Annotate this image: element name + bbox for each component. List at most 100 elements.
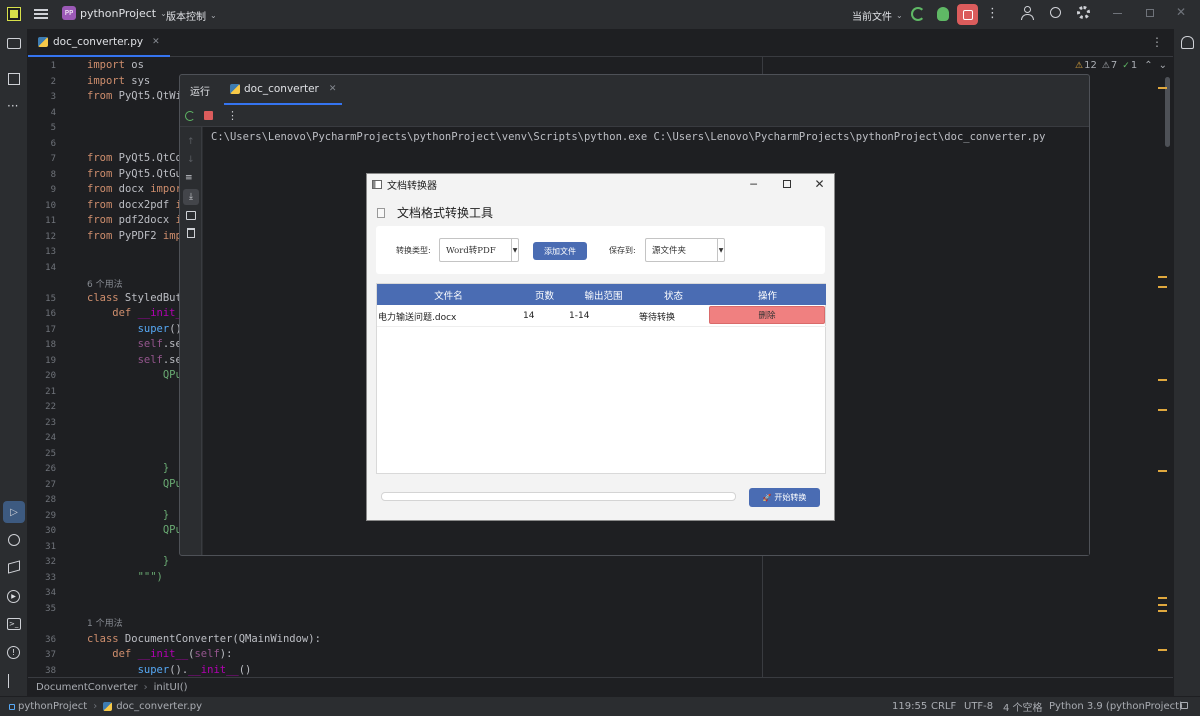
code-line[interactable]: [87, 400, 188, 412]
code-line[interactable]: [87, 416, 188, 428]
notifications-icon[interactable]: [1181, 36, 1194, 49]
debug-icon[interactable]: [937, 7, 949, 21]
more-tools-icon[interactable]: ···: [7, 99, 18, 113]
lock-icon[interactable]: [1180, 702, 1188, 709]
status-position[interactable]: 119:55: [892, 701, 927, 712]
delete-button[interactable]: 删除: [709, 306, 825, 324]
stop-button[interactable]: [957, 4, 978, 25]
code-line[interactable]: from PyQt5.QtWid: [87, 90, 188, 102]
code-line[interactable]: from pdf2docx im: [87, 214, 188, 226]
code-line[interactable]: from docx import: [87, 183, 188, 195]
status-encoding[interactable]: UTF-8: [964, 701, 993, 712]
code-line[interactable]: """): [87, 571, 163, 583]
run-config-selector[interactable]: 当前文件 ⌄: [852, 8, 903, 23]
error-stripe-mark[interactable]: [1158, 610, 1167, 612]
table-header-status[interactable]: 状态: [638, 284, 709, 305]
start-convert-button[interactable]: 🚀 开始转换: [749, 488, 820, 507]
vcs-selector[interactable]: 版本控制 ⌄: [166, 8, 217, 23]
terminal-icon[interactable]: >_: [7, 618, 21, 630]
status-indent[interactable]: 4 个空格: [1003, 699, 1043, 714]
code-line[interactable]: self.set: [87, 354, 189, 366]
python-console-icon[interactable]: [8, 534, 20, 546]
code-line[interactable]: import sys: [87, 75, 150, 87]
usage-hint[interactable]: 1 个用法: [87, 616, 123, 629]
table-header-pages[interactable]: 页数: [520, 284, 569, 305]
close-tab-icon[interactable]: ✕: [152, 37, 160, 47]
more-actions-icon[interactable]: ⋮: [227, 109, 238, 122]
status-file[interactable]: doc_converter.py: [116, 701, 202, 712]
code-line[interactable]: }: [87, 509, 169, 521]
search-icon[interactable]: [1050, 7, 1061, 18]
error-stripe-mark[interactable]: [1158, 276, 1167, 278]
code-line[interactable]: }: [87, 555, 169, 567]
table-row[interactable]: 电力输送问题.docx 14 1-14 等待转换 删除: [377, 305, 826, 327]
code-line[interactable]: super().: [87, 323, 189, 335]
tab-run-doc-converter[interactable]: doc_converter ✕: [224, 75, 343, 105]
close-tab-icon[interactable]: ✕: [329, 84, 337, 94]
code-line[interactable]: class DocumentConverter(QMainWindow):: [87, 633, 321, 645]
rerun-icon[interactable]: [911, 7, 925, 21]
close-window-icon[interactable]: ✕: [803, 174, 836, 194]
tab-options-icon[interactable]: ⋮: [1151, 35, 1163, 49]
status-project[interactable]: pythonProject: [18, 701, 87, 712]
chevron-down-icon[interactable]: ⌄: [1159, 60, 1167, 71]
error-stripe-mark[interactable]: [1158, 286, 1167, 288]
arrow-up-icon[interactable]: ↑: [187, 137, 195, 147]
layers-icon[interactable]: [8, 560, 20, 574]
git-icon[interactable]: [8, 674, 20, 688]
error-stripe-mark[interactable]: [1158, 379, 1167, 381]
usage-hint[interactable]: 6 个用法: [87, 277, 123, 290]
problems-icon[interactable]: !: [7, 646, 20, 659]
table-header-action[interactable]: 操作: [709, 284, 826, 305]
status-line-separator[interactable]: CRLF: [931, 701, 956, 712]
restore-window-icon[interactable]: [1146, 9, 1154, 17]
rerun-icon[interactable]: [185, 110, 195, 121]
main-menu-icon[interactable]: [34, 7, 48, 21]
code-line[interactable]: QPus: [87, 524, 188, 536]
inspection-widget[interactable]: ⚠ 12 ⚠ 7 ✓ 1 ⌃ ⌄: [1075, 60, 1167, 71]
code-line[interactable]: super().__init__(): [87, 664, 252, 676]
run-tool-icon[interactable]: ▷: [3, 501, 25, 523]
save-to-select[interactable]: 源文件夹 ▼: [645, 238, 725, 262]
code-line[interactable]: QPus: [87, 369, 188, 381]
settings-icon[interactable]: [1077, 6, 1090, 19]
table-header-range[interactable]: 输出范围: [569, 284, 638, 305]
print-icon[interactable]: [186, 211, 196, 220]
breadcrumb-method[interactable]: initUI(): [154, 682, 188, 693]
error-stripe-mark[interactable]: [1158, 604, 1167, 606]
tab-doc-converter[interactable]: doc_converter.py ✕: [28, 29, 170, 57]
table-header-filename[interactable]: 文件名: [377, 284, 520, 305]
structure-icon[interactable]: [8, 73, 20, 85]
breadcrumb-class[interactable]: DocumentConverter: [36, 682, 138, 693]
code-line[interactable]: from PyQt5.QtCor: [87, 152, 188, 164]
code-line[interactable]: class StyledButt: [87, 292, 188, 304]
code-line[interactable]: from docx2pdf im: [87, 199, 188, 211]
add-user-icon[interactable]: [1021, 6, 1035, 21]
add-file-button[interactable]: 添加文件: [533, 242, 587, 260]
more-actions-icon[interactable]: ⋮: [986, 6, 999, 21]
scroll-to-end-icon[interactable]: ⤓: [183, 189, 199, 205]
stop-icon[interactable]: [204, 111, 213, 120]
code-line[interactable]: import os: [87, 59, 144, 71]
dialog-title-bar[interactable]: 文档转换器 ─ ✕: [367, 174, 834, 194]
minimize-window-icon[interactable]: ─: [737, 174, 770, 194]
convert-type-select[interactable]: Word转PDF ▼: [439, 238, 519, 262]
chevron-up-icon[interactable]: ⌃: [1144, 60, 1152, 71]
error-stripe-mark[interactable]: [1158, 409, 1167, 411]
project-folder-icon[interactable]: [7, 38, 21, 49]
project-selector[interactable]: PP pythonProject ⌄: [62, 6, 167, 20]
code-line[interactable]: [87, 540, 188, 552]
code-line[interactable]: from PyPDF2 impo: [87, 230, 188, 242]
error-stripe-mark[interactable]: [1158, 87, 1167, 89]
code-line[interactable]: [87, 385, 188, 397]
code-line[interactable]: from PyQt5.QtGui: [87, 168, 188, 180]
error-stripe-mark[interactable]: [1158, 597, 1167, 599]
close-window-icon[interactable]: ✕: [1176, 5, 1186, 19]
status-interpreter[interactable]: Python 3.9 (pythonProject): [1049, 701, 1183, 712]
error-stripe-mark[interactable]: [1158, 649, 1167, 651]
code-line[interactable]: self.set: [87, 338, 189, 350]
services-icon[interactable]: ▶: [7, 590, 20, 603]
code-line[interactable]: def __init__: [87, 307, 188, 319]
code-line[interactable]: [87, 493, 188, 505]
code-line[interactable]: def __init__(self):: [87, 648, 232, 660]
